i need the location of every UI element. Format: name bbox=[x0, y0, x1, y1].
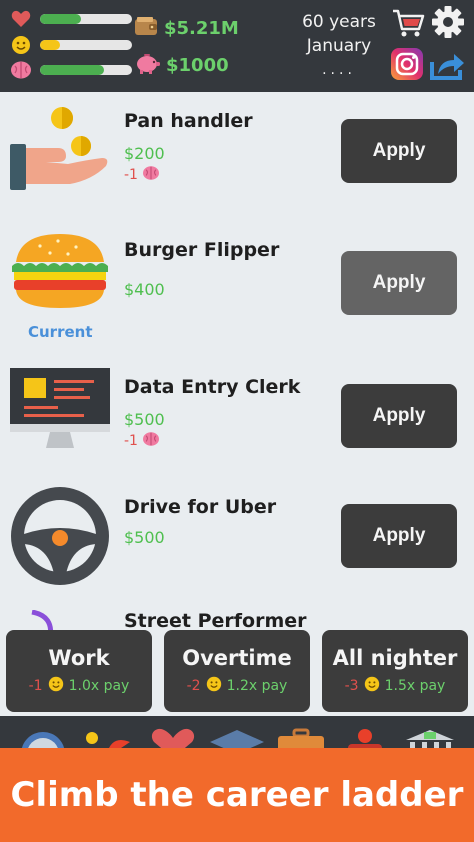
age-month: January bbox=[306, 36, 372, 56]
burger-icon bbox=[10, 232, 110, 316]
net-worth: $5.21M bbox=[134, 16, 239, 40]
shift-happiness-cost: -1 bbox=[28, 678, 43, 694]
hand-coins-icon bbox=[10, 104, 110, 198]
shift-title: All nighter bbox=[332, 646, 458, 670]
cost-value: -1 bbox=[124, 167, 138, 183]
smarts-bar bbox=[40, 65, 132, 75]
happiness-stat bbox=[10, 35, 32, 55]
shopping-cart-icon bbox=[391, 7, 425, 43]
cash-value: $1000 bbox=[166, 54, 229, 76]
brain-icon bbox=[142, 431, 160, 451]
smiley-icon bbox=[206, 676, 222, 696]
smarts-stat bbox=[10, 60, 32, 80]
page-dots: .... bbox=[322, 62, 356, 78]
promo-banner: Climb the career ladder bbox=[0, 748, 474, 842]
job-pay: $400 bbox=[124, 280, 165, 299]
shift-details: -2 1.2x pay bbox=[164, 676, 310, 696]
cash: $1000 bbox=[134, 52, 229, 78]
health-bar bbox=[40, 14, 132, 24]
job-item: Data Entry Clerk $500 -1 Apply bbox=[0, 352, 474, 476]
cost-value: -1 bbox=[124, 433, 138, 449]
health-stat bbox=[10, 9, 32, 29]
shift-happiness-cost: -3 bbox=[344, 678, 359, 694]
banner-text: Climb the career ladder bbox=[10, 775, 464, 815]
shift-details: -1 1.0x pay bbox=[6, 676, 152, 696]
shop-button[interactable] bbox=[390, 8, 426, 42]
happiness-bar bbox=[40, 40, 132, 50]
apply-button[interactable]: Apply bbox=[341, 504, 457, 568]
job-item: Drive for Uber $500 Apply bbox=[0, 476, 474, 600]
share-button[interactable] bbox=[430, 49, 466, 83]
net-worth-value: $5.21M bbox=[164, 17, 239, 39]
brain-icon bbox=[10, 60, 32, 80]
age-display: 60 years January bbox=[292, 10, 386, 58]
job-title: Data Entry Clerk bbox=[124, 376, 301, 398]
steering-wheel-icon bbox=[10, 486, 110, 590]
job-pay: $500 bbox=[124, 410, 165, 429]
shift-title: Work bbox=[48, 646, 110, 670]
job-title: Street Performer bbox=[124, 610, 307, 630]
overtime-button[interactable]: Overtime -2 1.2x pay bbox=[164, 630, 310, 712]
job-title: Drive for Uber bbox=[124, 496, 277, 518]
age-years: 60 years bbox=[302, 12, 376, 32]
shift-pay-multiplier: 1.0x pay bbox=[68, 678, 130, 694]
shift-pay-multiplier: 1.2x pay bbox=[226, 678, 288, 694]
shift-details: -3 1.5x pay bbox=[322, 676, 468, 696]
smiley-icon bbox=[10, 35, 32, 55]
shift-happiness-cost: -2 bbox=[186, 678, 201, 694]
apply-button[interactable]: Apply bbox=[341, 119, 457, 183]
instagram-button[interactable] bbox=[390, 48, 424, 84]
job-pay: $500 bbox=[124, 528, 165, 547]
job-smarts-cost: -1 bbox=[124, 431, 160, 451]
smiley-icon bbox=[364, 676, 380, 696]
job-title: Pan handler bbox=[124, 110, 253, 132]
job-item: Pan handler $200 -1 Apply bbox=[0, 92, 474, 222]
job-list[interactable]: Pan handler $200 -1 Apply Current Burger… bbox=[0, 92, 474, 630]
brain-icon bbox=[142, 165, 160, 185]
current-job-label: Current bbox=[28, 323, 93, 341]
instagram-icon bbox=[391, 48, 423, 84]
computer-monitor-icon bbox=[10, 368, 110, 460]
job-item: Current Burger Flipper $400 Apply bbox=[0, 222, 474, 352]
wallet-icon bbox=[134, 16, 158, 40]
status-bar: $5.21M $1000 60 years January .... bbox=[0, 0, 474, 92]
performer-icon bbox=[28, 609, 58, 630]
work-button[interactable]: Work -1 1.0x pay bbox=[6, 630, 152, 712]
apply-button[interactable]: Apply bbox=[341, 384, 457, 448]
all-nighter-button[interactable]: All nighter -3 1.5x pay bbox=[322, 630, 468, 712]
settings-button[interactable] bbox=[430, 6, 466, 42]
smiley-icon bbox=[48, 676, 64, 696]
gear-icon bbox=[431, 5, 465, 43]
job-item: Street Performer bbox=[0, 600, 474, 630]
job-smarts-cost: -1 bbox=[124, 165, 160, 185]
job-title: Burger Flipper bbox=[124, 239, 280, 261]
job-pay: $200 bbox=[124, 144, 165, 163]
apply-button[interactable]: Apply bbox=[341, 251, 457, 315]
piggy-bank-icon bbox=[134, 52, 160, 78]
share-icon bbox=[430, 48, 466, 84]
shift-title: Overtime bbox=[182, 646, 292, 670]
heart-icon bbox=[10, 9, 32, 29]
shift-pay-multiplier: 1.5x pay bbox=[384, 678, 446, 694]
